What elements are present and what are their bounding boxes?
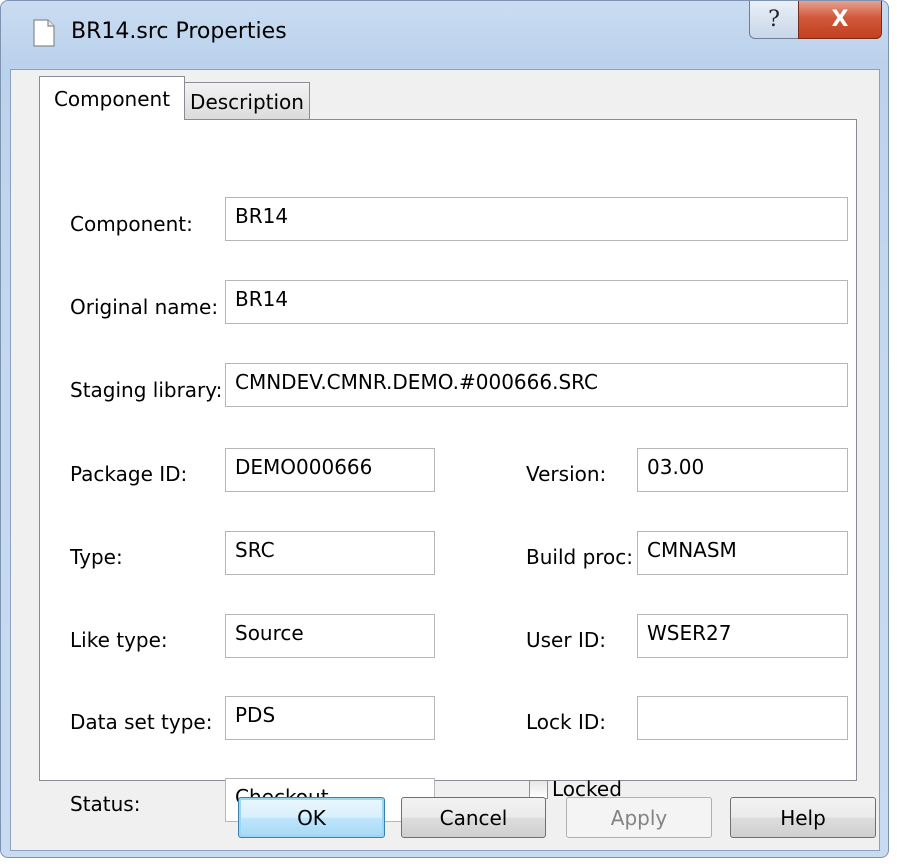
user-id-label: User ID: bbox=[526, 628, 606, 652]
like-type-field[interactable]: Source bbox=[225, 614, 435, 658]
staging-library-field[interactable]: CMNDEV.CMNR.DEMO.#000666.SRC bbox=[225, 363, 848, 407]
package-id-field[interactable]: DEMO000666 bbox=[225, 448, 435, 492]
tab-label: Component bbox=[53, 86, 171, 111]
version-label: Version: bbox=[526, 462, 607, 486]
dialog-client-area: Component Description Component: BR14 Or… bbox=[10, 69, 880, 851]
component-field[interactable]: BR14 bbox=[225, 197, 848, 241]
type-field[interactable]: SRC bbox=[225, 531, 435, 575]
build-proc-label: Build proc: bbox=[526, 545, 634, 569]
component-label: Component: bbox=[70, 212, 193, 236]
dialog-window: BR14.src Properties ? X Component Descri… bbox=[0, 0, 889, 858]
staging-library-label: Staging library: bbox=[70, 378, 223, 402]
window-title: BR14.src Properties bbox=[71, 19, 287, 44]
cancel-button[interactable]: Cancel bbox=[401, 797, 546, 838]
document-icon bbox=[33, 19, 55, 47]
question-icon: ? bbox=[768, 7, 780, 32]
like-type-label: Like type: bbox=[70, 628, 168, 652]
type-label: Type: bbox=[70, 545, 123, 569]
close-icon: X bbox=[831, 7, 849, 32]
tab-component[interactable]: Component bbox=[39, 76, 185, 120]
status-label: Status: bbox=[70, 792, 141, 816]
original-name-label: Original name: bbox=[70, 295, 219, 319]
original-name-field[interactable]: BR14 bbox=[225, 280, 848, 324]
component-tab-panel: Component: BR14 Original name: BR14 Stag… bbox=[39, 119, 857, 822]
help-caption-button[interactable]: ? bbox=[749, 1, 799, 39]
apply-button[interactable]: Apply bbox=[566, 797, 712, 838]
build-proc-field[interactable]: CMNASM bbox=[637, 531, 848, 575]
title-bar[interactable]: BR14.src Properties ? X bbox=[1, 1, 888, 71]
tab-label: Description bbox=[190, 89, 304, 114]
data-set-type-label: Data set type: bbox=[70, 710, 213, 734]
version-field[interactable]: 03.00 bbox=[637, 448, 848, 492]
user-id-field[interactable]: WSER27 bbox=[637, 614, 848, 658]
help-button[interactable]: Help bbox=[730, 797, 876, 838]
ok-button[interactable]: OK bbox=[238, 797, 385, 838]
data-set-type-field[interactable]: PDS bbox=[225, 696, 435, 740]
lock-id-field[interactable] bbox=[637, 696, 848, 740]
tab-description[interactable]: Description bbox=[184, 82, 310, 120]
close-button[interactable]: X bbox=[798, 1, 882, 39]
lock-id-label: Lock ID: bbox=[526, 710, 606, 734]
package-id-label: Package ID: bbox=[70, 462, 188, 486]
